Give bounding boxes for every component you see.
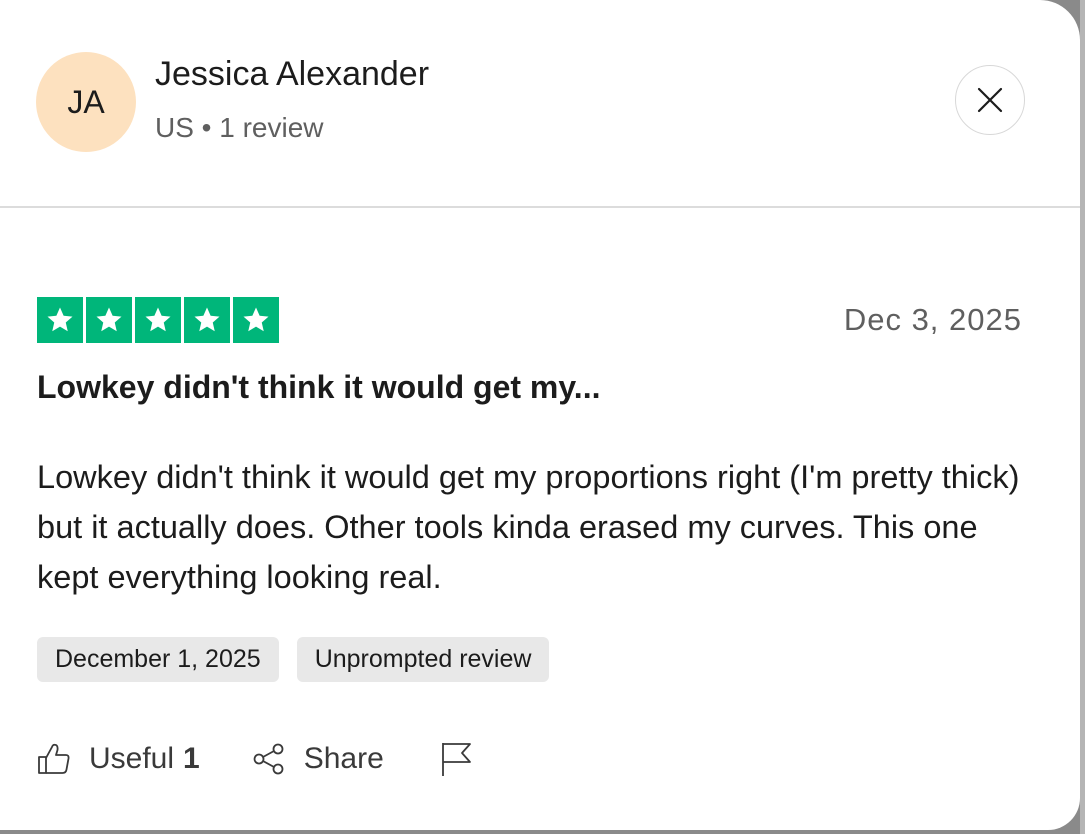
report-button[interactable]: [439, 740, 491, 778]
reviewer-meta: US • 1 review: [155, 112, 324, 143]
unprompted-review-chip[interactable]: Unprompted review: [296, 637, 550, 682]
review-modal: JA Jessica Alexander US • 1 review Dec 3…: [0, 0, 1080, 830]
review-title: Lowkey didn't think it would get my...: [37, 369, 601, 405]
experience-date-chip: December 1, 2025: [37, 637, 279, 682]
star-box: [135, 297, 181, 343]
star-rating: [37, 297, 279, 343]
useful-label: Useful: [89, 742, 175, 775]
star-box: [233, 297, 279, 343]
avatar: JA: [36, 52, 136, 152]
star-icon: [194, 307, 220, 332]
star-box: [86, 297, 132, 343]
reviewer-header: JA Jessica Alexander US • 1 review: [0, 0, 1080, 208]
share-button[interactable]: Share: [252, 742, 384, 776]
review-actions: Useful 1 Share: [37, 735, 491, 783]
useful-count: 1: [183, 742, 200, 775]
star-icon: [145, 307, 171, 332]
useful-button[interactable]: Useful 1: [37, 742, 200, 776]
share-icon: [252, 742, 286, 776]
review-date: Dec 3, 2025: [843, 302, 1022, 337]
star-icon: [96, 307, 122, 332]
flag-icon: [439, 740, 473, 778]
backdrop: [1080, 0, 1085, 834]
star-box: [184, 297, 230, 343]
review-chips: December 1, 2025 Unprompted review: [37, 637, 550, 682]
avatar-initials: JA: [67, 83, 105, 120]
star-icon: [47, 307, 73, 332]
close-button[interactable]: [955, 65, 1025, 135]
share-label: Share: [303, 742, 384, 775]
star-icon: [243, 307, 269, 332]
thumbs-up-icon: [37, 742, 71, 776]
review-body: Lowkey didn't think it would get my prop…: [37, 459, 1020, 595]
reviewer-name: Jessica Alexander: [155, 55, 430, 93]
star-box: [37, 297, 83, 343]
close-icon: [977, 87, 1003, 113]
